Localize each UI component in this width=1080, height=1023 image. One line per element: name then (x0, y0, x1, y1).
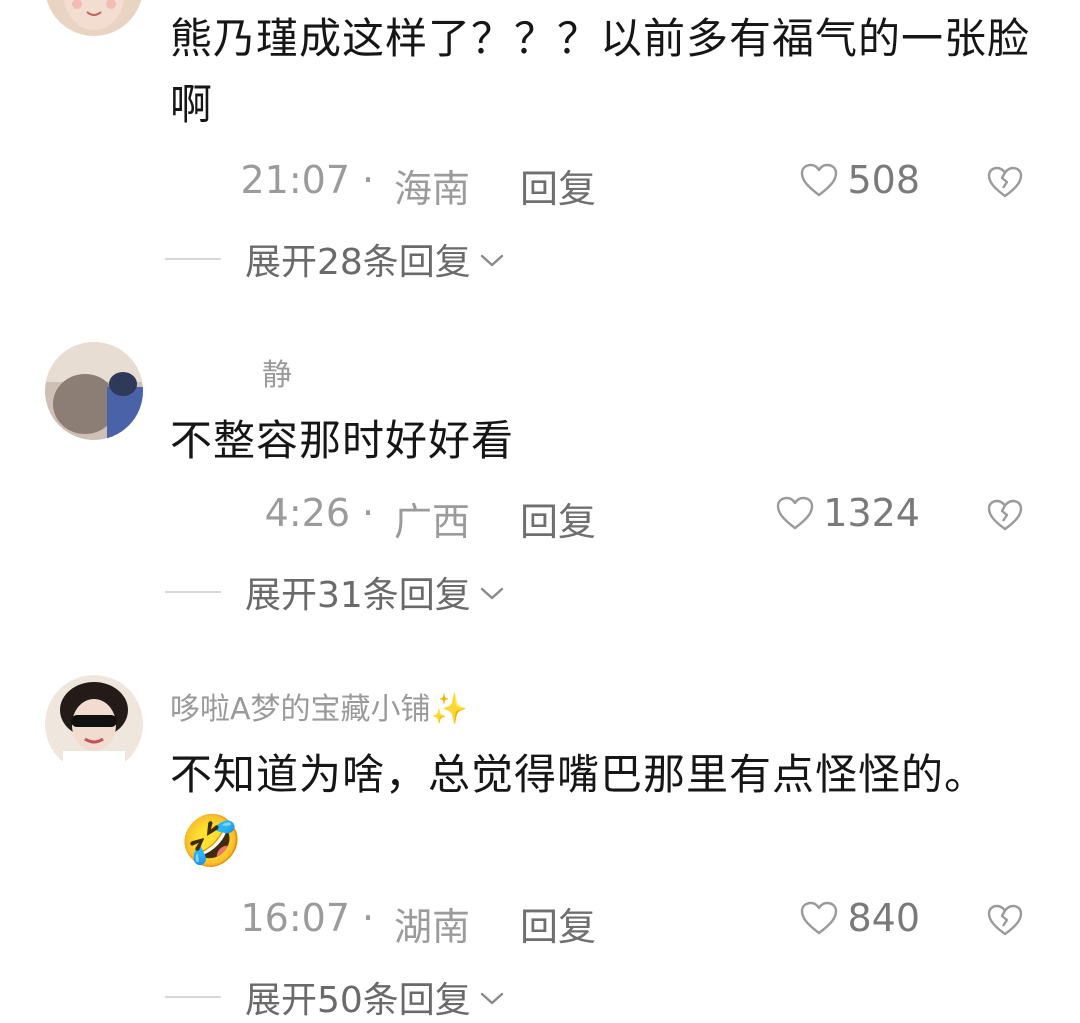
expand-replies-button[interactable]: 展开31条回复 (165, 567, 505, 617)
comment-text-content: 不知道为啥，总觉得嘴巴那里有点怪怪的。 (170, 750, 988, 799)
comment-time: 4:26 (264, 491, 350, 535)
expand-replies-label: 展开28条回复 (245, 242, 471, 283)
comment-meta: 4:26 · 广西 回复 1324 (170, 491, 1080, 544)
like-button[interactable]: 840 (799, 896, 920, 940)
chevron-down-icon (480, 992, 504, 1005)
like-count: 508 (847, 158, 920, 202)
like-count: 1324 (823, 491, 920, 535)
expand-replies-button[interactable]: 展开50条回复 (165, 972, 505, 1022)
heart-outline-icon (801, 163, 838, 197)
comment-region: 湖南 (394, 905, 471, 949)
comment-region: 广西 (394, 500, 471, 544)
dislike-button[interactable] (986, 902, 1024, 946)
expand-replies-label: 展开31条回复 (245, 575, 471, 616)
broken-heart-icon (987, 499, 1023, 531)
expand-replies-label: 展开50条回复 (245, 980, 471, 1021)
chevron-down-icon (480, 587, 504, 600)
emoji-laughing-crying: 🤣 (180, 812, 244, 870)
reply-button[interactable]: 回复 (520, 158, 596, 213)
broken-heart-icon (987, 904, 1023, 936)
comment-time: 16:07 (240, 896, 350, 940)
broken-heart-icon (987, 166, 1023, 198)
divider-line (165, 996, 221, 998)
like-count: 840 (847, 896, 920, 940)
reply-button[interactable]: 回复 (520, 491, 596, 546)
avatar[interactable] (45, 675, 143, 773)
comment-username[interactable]: 静 (262, 350, 292, 394)
comment-text: 不整容那时好好看 (170, 416, 515, 465)
avatar[interactable] (45, 342, 143, 440)
chevron-down-icon (480, 254, 504, 267)
meta-separator: · (362, 896, 375, 940)
comment-time: 21:07 (240, 158, 350, 202)
comment-username[interactable]: 哆啦A梦的宝藏小铺✨ (170, 684, 468, 728)
like-button[interactable]: 1324 (775, 491, 920, 535)
comment-meta: 16:07 · 湖南 回复 840 (170, 896, 1080, 949)
dislike-button[interactable] (986, 497, 1024, 541)
heart-outline-icon (801, 901, 838, 935)
meta-separator: · (362, 158, 375, 202)
like-button[interactable]: 508 (799, 158, 920, 202)
dislike-button[interactable] (986, 164, 1024, 208)
divider-line (165, 591, 221, 593)
comment-text: 熊乃瑾成这样了？？？以前多有福气的一张脸啊 (170, 14, 1031, 129)
comment-region: 海南 (394, 167, 471, 211)
heart-outline-icon (777, 496, 814, 530)
meta-separator: · (362, 491, 375, 535)
avatar[interactable] (45, 0, 143, 36)
divider-line (165, 258, 221, 260)
comment-text: 不知道为啥，总觉得嘴巴那里有点怪怪的。 🤣 (170, 742, 1030, 877)
comment-meta: 21:07 · 海南 回复 508 (170, 158, 1080, 211)
expand-replies-button[interactable]: 展开28条回复 (165, 234, 505, 284)
reply-button[interactable]: 回复 (520, 896, 596, 951)
